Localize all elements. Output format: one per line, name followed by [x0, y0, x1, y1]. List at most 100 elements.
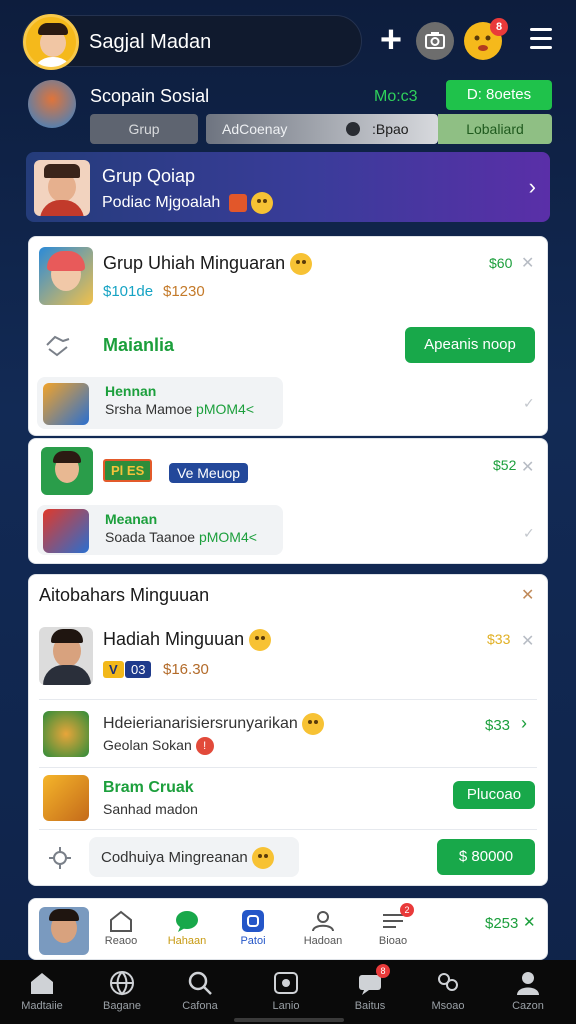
inner-tab-home[interactable]: Reaoo — [91, 899, 151, 961]
game-thumbnail — [43, 383, 89, 425]
action-button[interactable]: Plucoao — [453, 781, 535, 809]
section-header: Aitobahars Minguuan — [39, 585, 210, 605]
chat-bubble-icon — [174, 909, 200, 933]
featured-price: $16.30 — [163, 661, 209, 678]
social-action-button[interactable]: D: 8oetes — [446, 80, 552, 110]
social-avatar[interactable] — [28, 80, 76, 128]
gift-icon — [228, 194, 247, 212]
chat-icon: 8 — [356, 964, 390, 996]
nav-label: Cafona — [182, 1000, 218, 1012]
camera-icon — [272, 970, 300, 996]
list-amount: $33 — [485, 717, 511, 734]
segment-toggle[interactable]: AdCoenay :Bpao — [206, 114, 438, 144]
sub-item-row[interactable]: Meanan Soada Taanoe pMOM4< — [37, 505, 283, 555]
list-item[interactable]: Hdeierianarisiersrunyarikan Geolan Sokan… — [29, 701, 547, 767]
bottom-navigation: Madtaiie Bagane Cafona Lanio 8 Baitus Ms… — [0, 960, 576, 1024]
sub-item-row[interactable]: Hennan Srsha Mamoe pMOM4< — [37, 377, 283, 429]
card-thumbnail — [39, 247, 93, 305]
inner-tab-inbox[interactable]: 2 Bioao — [363, 899, 423, 961]
list-subtitle: Sanhad madon — [103, 801, 198, 817]
nav-camera[interactable]: Lanio — [250, 966, 322, 1012]
nav-chat[interactable]: 8 Baitus — [334, 964, 406, 1012]
close-icon[interactable]: ✕ — [521, 253, 534, 273]
profile-icon — [514, 970, 542, 996]
divider — [39, 829, 537, 830]
toggle-right-label: :Bpao — [372, 121, 409, 137]
inner-tab-label: Hadoan — [303, 935, 343, 947]
hamburger-menu-icon[interactable] — [522, 22, 560, 60]
emoji-icon — [251, 192, 274, 214]
social-section: Scopain Sosial Mo:c3 D: 8oetes Grup AdCo… — [22, 76, 554, 154]
inner-tab-person[interactable]: Hadoan — [293, 899, 353, 961]
card-title: Grup Uhiah Minguaran — [103, 253, 313, 276]
social-title: Scopain Sosial — [90, 86, 210, 106]
chevron-right-icon[interactable]: › — [529, 174, 536, 200]
close-icon[interactable]: ✕ — [521, 457, 534, 477]
handshake-icon — [43, 331, 73, 364]
toggle-knob[interactable] — [346, 122, 360, 136]
home-indicator — [234, 1018, 344, 1022]
inner-tab-card: Reaoo Hahaan Patoi Hadoan 2 Bioao $253 ✕ — [28, 898, 548, 960]
nav-profile[interactable]: Cazon — [492, 966, 564, 1012]
game-thumbnail — [43, 509, 89, 553]
list-thumbnail — [43, 711, 89, 757]
warning-icon: ! — [195, 737, 214, 756]
check-icon: ✓ — [523, 395, 535, 411]
featured-title: Hadiah Minguuan — [103, 629, 272, 652]
notification-badge: 8 — [490, 18, 508, 36]
nav-label: Cazon — [512, 1000, 544, 1012]
plus-icon[interactable]: + — [372, 21, 410, 60]
action-button[interactable]: Apeanis noop — [405, 327, 535, 363]
emoji-icon — [290, 253, 313, 276]
close-icon[interactable]: ✕ — [523, 913, 536, 931]
inbox-badge: 2 — [400, 903, 414, 917]
price-secondary: $1230 — [163, 283, 205, 300]
list-item[interactable]: Codhuiya Mingreanan $ 80000 — [29, 831, 547, 885]
group-banner[interactable]: Grup Qoiap Podiac Mjgoalah › — [26, 152, 550, 222]
nav-search[interactable]: Cafona — [164, 966, 236, 1012]
list-title: Hdeierianarisiersrunyarikan — [103, 713, 325, 735]
action-button[interactable]: $ 80000 — [437, 839, 535, 875]
nav-globe[interactable]: Bagane — [86, 966, 158, 1012]
emoji-icon — [249, 629, 272, 652]
inbox-icon: 2 — [380, 903, 414, 933]
list-subtitle: Geolan Sokan ! — [103, 737, 214, 756]
person-outline-icon — [310, 909, 336, 933]
yellow-badge: V — [103, 661, 124, 678]
game-card: Pl ES Ve Meuop $52 ✕ Meanan Soada Taanoe… — [28, 438, 548, 564]
inner-avatar[interactable] — [39, 907, 89, 955]
emoji-notification-icon[interactable]: 8 — [464, 18, 508, 60]
sub-item-title: Hennan — [105, 383, 157, 399]
weekly-reward-card: Grup Uhiah Minguaran $101de $1230 $60 ✕ … — [28, 236, 548, 436]
inner-tab-label: Reaoo — [104, 935, 138, 947]
inner-tab-patoi[interactable]: Patoi — [223, 899, 283, 961]
avatar[interactable] — [23, 14, 79, 70]
nav-badge: 8 — [376, 964, 390, 978]
settings-icon — [47, 845, 73, 876]
search-icon — [186, 970, 214, 996]
top-bar: Sagjal Madan + 8 — [0, 0, 576, 80]
home-outline-icon — [108, 909, 134, 933]
user-name: Sagjal Madan — [89, 31, 212, 53]
nav-label: Lanio — [272, 1000, 300, 1012]
input-row[interactable]: Codhuiya Mingreanan — [89, 837, 299, 877]
nav-label: Msoao — [431, 1000, 465, 1012]
nav-home[interactable]: Madtaiie — [6, 966, 78, 1012]
tab-lobal[interactable]: Lobaliard — [438, 114, 552, 144]
tab-grup[interactable]: Grup — [90, 114, 198, 144]
check-icon: ✓ — [523, 525, 535, 541]
sub-item-subtitle: Srsha Mamoe pMOM4< — [105, 401, 255, 417]
featured-thumbnail — [39, 627, 93, 685]
blue-badge: 03 — [125, 661, 152, 678]
inner-tab-label: Bioao — [378, 935, 408, 947]
user-profile-pill[interactable]: Sagjal Madan — [22, 14, 362, 70]
close-icon[interactable]: ✕ — [521, 631, 534, 651]
camera-icon[interactable] — [416, 22, 454, 60]
weekly-list-card: Aitobahars Minguuan ✕ Hadiah Minguuan V … — [28, 574, 548, 886]
home-icon — [28, 970, 56, 996]
inner-tab-chat[interactable]: Hahaan — [157, 899, 217, 961]
nav-group[interactable]: Msoao — [412, 966, 484, 1012]
close-icon[interactable]: ✕ — [521, 585, 534, 605]
chevron-right-icon[interactable]: › — [521, 713, 527, 734]
list-item[interactable]: Bram Cruak Sanhad madon Plucoao — [29, 769, 547, 829]
